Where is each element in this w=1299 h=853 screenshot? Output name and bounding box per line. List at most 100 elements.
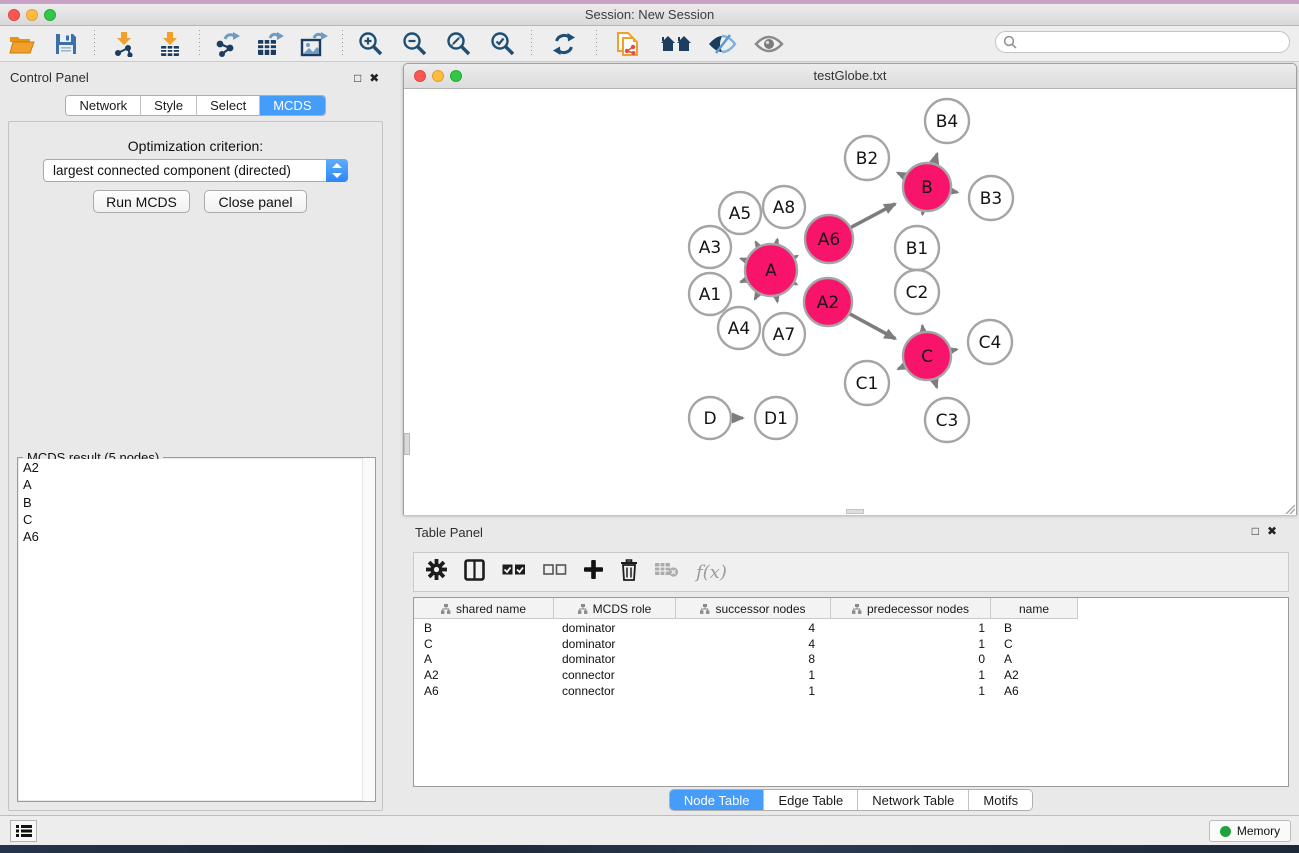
graph-edge-A6-B[interactable]: [848, 204, 895, 229]
table-panel-title: Table Panel: [415, 525, 483, 540]
table-cell: 1: [831, 621, 991, 635]
result-list-item[interactable]: A: [19, 476, 374, 493]
table-tab-network-table[interactable]: Network Table: [858, 790, 969, 810]
import-network-icon[interactable]: [101, 29, 147, 59]
import-table-icon[interactable]: [147, 29, 193, 59]
close-panel-button[interactable]: Close panel: [204, 190, 307, 213]
table-row[interactable]: A2connector11A2: [414, 667, 1288, 683]
main-titlebar: Session: New Session: [0, 4, 1299, 26]
export-image-icon[interactable]: [292, 29, 336, 59]
show-columns-icon[interactable]: [464, 559, 485, 586]
network-zoom-light[interactable]: [450, 70, 462, 82]
column-header-name[interactable]: name: [991, 598, 1078, 619]
graph-node-label-A6: A6: [818, 230, 840, 250]
result-list-item[interactable]: A2: [19, 459, 374, 476]
result-list-item[interactable]: A6: [19, 528, 374, 545]
column-tree-icon: [578, 604, 588, 614]
optimization-criterion-label: Optimization criterion:: [9, 138, 382, 154]
network-minimize-light[interactable]: [432, 70, 444, 82]
list-icon: [16, 824, 32, 838]
zoom-in-icon[interactable]: [349, 29, 393, 59]
delete-column-trash-icon[interactable]: [620, 559, 638, 586]
network-window-titlebar[interactable]: testGlobe.txt: [404, 64, 1296, 89]
canvas-horizontal-scrollbar[interactable]: [846, 509, 864, 514]
graph-node-label-B1: B1: [906, 239, 928, 259]
table-tab-node-table[interactable]: Node Table: [670, 790, 765, 810]
graph-node-label-A5: A5: [729, 204, 751, 224]
home-views-icon[interactable]: [653, 29, 699, 59]
export-network-icon[interactable]: [206, 29, 248, 59]
close-panel-icon[interactable]: ✖: [1267, 524, 1285, 538]
column-settings-gear-icon[interactable]: [426, 559, 447, 585]
table-row[interactable]: A6connector11A6: [414, 683, 1288, 699]
tab-network[interactable]: Network: [66, 96, 141, 115]
toolbar-separator: [531, 30, 532, 58]
graph-edge-A2-C[interactable]: [847, 313, 895, 339]
column-header-label: successor nodes: [715, 602, 805, 616]
delete-table-icon: [655, 561, 679, 583]
table-cell: B: [991, 621, 1078, 635]
table-row[interactable]: Bdominator41B: [414, 620, 1288, 636]
table-panel: Table Panel □✖ f(x) shared nameMCDS role…: [403, 518, 1299, 815]
graph-canvas[interactable]: B4B2BB3A5A8A6A3B1AC2A1A2A4A7C4CC1C3DD1: [404, 89, 1296, 515]
close-panel-icon[interactable]: ✖: [369, 71, 387, 85]
column-header-predecessor-nodes[interactable]: predecessor nodes: [831, 598, 991, 619]
add-column-icon[interactable]: [584, 560, 603, 584]
table-row[interactable]: Adominator80A: [414, 652, 1288, 668]
show-all-eye-icon[interactable]: [745, 29, 793, 59]
search-input[interactable]: [1017, 33, 1289, 51]
run-mcds-button[interactable]: Run MCDS: [93, 190, 190, 213]
network-canvas[interactable]: B4B2BB3A5A8A6A3B1AC2A1A2A4A7C4CC1C3DD1: [404, 89, 1296, 515]
result-list-item[interactable]: C: [19, 511, 374, 528]
mcds-result-list[interactable]: A2ABCA6: [19, 459, 374, 800]
copy-style-icon[interactable]: [603, 29, 653, 59]
canvas-vertical-scrollbar[interactable]: [404, 433, 410, 455]
optimization-criterion-dropdown[interactable]: largest connected component (directed): [43, 159, 348, 182]
close-window-light[interactable]: [8, 9, 20, 21]
zoom-fit-icon[interactable]: [437, 29, 481, 59]
export-table-icon[interactable]: [248, 29, 292, 59]
hide-selected-eye-slash-icon[interactable]: [699, 29, 745, 59]
graph-node-label-C4: C4: [979, 333, 1002, 353]
network-close-light[interactable]: [414, 70, 426, 82]
table-tab-edge-table[interactable]: Edge Table: [764, 790, 858, 810]
save-session-icon[interactable]: [44, 29, 88, 59]
search-field[interactable]: [995, 31, 1290, 53]
float-panel-icon[interactable]: □: [1252, 524, 1267, 538]
minimize-window-light[interactable]: [26, 9, 38, 21]
table-cell: A: [991, 652, 1078, 666]
table-row[interactable]: Cdominator41C: [414, 636, 1288, 652]
graph-node-label-D: D: [703, 409, 716, 429]
network-view-window: testGlobe.txt B4B2BB3A5A8A6A3B1AC2A1A2A4…: [403, 63, 1297, 515]
unselect-all-columns-icon[interactable]: [543, 563, 567, 581]
graph-node-label-A2: A2: [817, 293, 839, 313]
tab-mcds[interactable]: MCDS: [260, 96, 324, 115]
node-table[interactable]: shared nameMCDS role successor nodes prede…: [413, 597, 1289, 787]
result-list-item[interactable]: B: [19, 494, 374, 511]
column-header-MCDS-role[interactable]: MCDS role: [554, 598, 676, 619]
graph-node-label-B: B: [921, 178, 933, 198]
window-resize-grip[interactable]: [1284, 503, 1295, 514]
select-all-columns-icon[interactable]: [502, 563, 526, 581]
column-header-successor-nodes[interactable]: successor nodes: [676, 598, 831, 619]
result-list-scrollbar[interactable]: [362, 458, 375, 801]
float-panel-icon[interactable]: □: [354, 71, 369, 85]
column-header-shared-name[interactable]: shared name: [414, 598, 554, 619]
zoom-selected-icon[interactable]: [481, 29, 525, 59]
refresh-icon[interactable]: [538, 29, 590, 59]
memory-button[interactable]: Memory: [1209, 820, 1291, 842]
zoom-window-light[interactable]: [44, 9, 56, 21]
control-panel-window-icons: □✖: [354, 71, 387, 85]
tab-style[interactable]: Style: [141, 96, 197, 115]
mcds-result-group: MCDS result (5 nodes) A2ABCA6: [17, 457, 376, 802]
mcds-tab-content: Optimization criterion: largest connecte…: [8, 121, 383, 811]
table-cell: 1: [831, 668, 991, 682]
graph-node-label-B2: B2: [856, 149, 878, 169]
table-toolbar: f(x): [413, 552, 1289, 592]
zoom-out-icon[interactable]: [393, 29, 437, 59]
tab-select[interactable]: Select: [197, 96, 260, 115]
graph-node-label-D1: D1: [764, 409, 788, 429]
table-tab-motifs[interactable]: Motifs: [969, 790, 1032, 810]
open-file-icon[interactable]: [0, 29, 44, 59]
show-panels-list-button[interactable]: [10, 820, 37, 842]
